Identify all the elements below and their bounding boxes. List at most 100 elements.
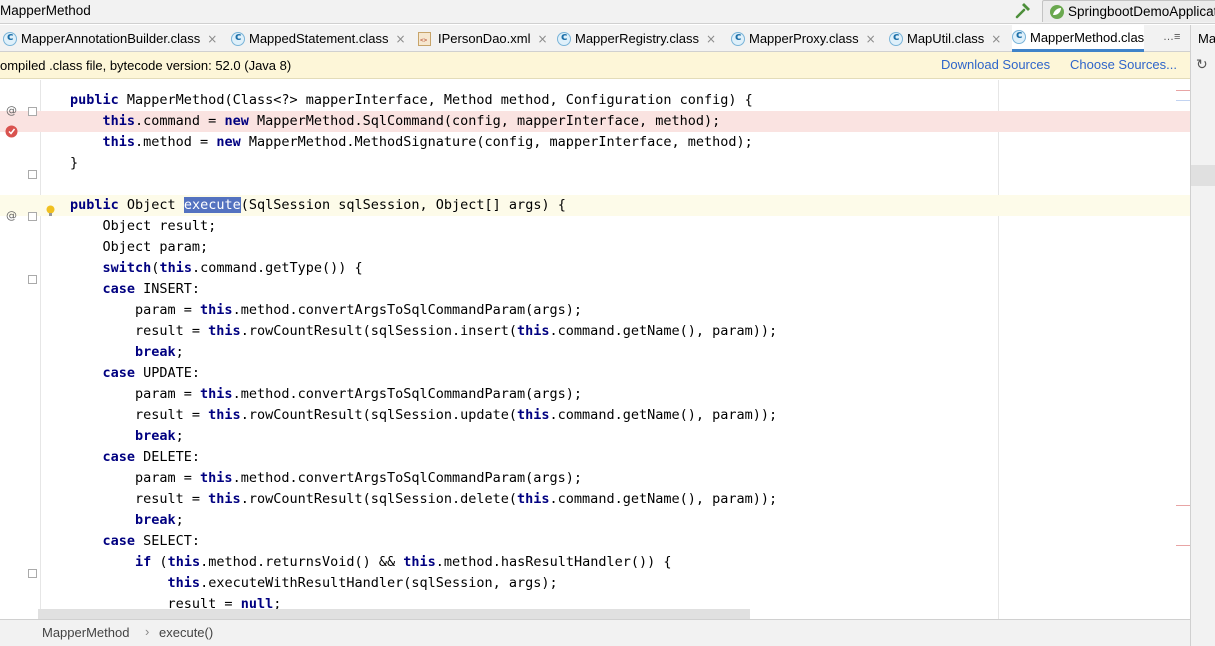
close-tab-icon[interactable]: × <box>395 32 405 46</box>
tool-strip-selection <box>1191 165 1215 186</box>
code-text: if (this.method.returnsVoid() && this.me… <box>135 554 672 570</box>
code-text: break; <box>135 428 184 444</box>
choose-sources-link[interactable]: Choose Sources... <box>1070 57 1177 72</box>
tab-mappedstatement-class[interactable]: MappedStatement.class × <box>231 25 406 52</box>
error-stripe-mark[interactable] <box>1176 100 1190 101</box>
tab-label: MapperMethod.clas <box>1030 29 1145 45</box>
code-line[interactable]: case SELECT: <box>0 531 1190 552</box>
close-tab-icon[interactable]: × <box>537 32 547 46</box>
tab-ipersondao-xml[interactable]: IPersonDao.xml × <box>418 25 548 52</box>
tab-mapperannotationbuilder-class[interactable]: MapperAnnotationBuilder.class × <box>3 25 217 52</box>
fold-marker[interactable] <box>28 569 37 578</box>
override-at-icon[interactable]: @ <box>6 104 17 117</box>
run-configuration-selector[interactable]: SpringbootDemoApplicat <box>1042 0 1215 22</box>
class-icon <box>889 30 903 46</box>
close-tab-icon[interactable]: × <box>991 32 1001 46</box>
code-text: public Object execute(SqlSession sqlSess… <box>70 197 566 213</box>
tab-mapperregistry-class[interactable]: MapperRegistry.class × <box>557 25 716 52</box>
tab-mappermethod-clas[interactable]: MapperMethod.clas <box>1012 25 1145 52</box>
code-text: public MapperMethod(Class<?> mapperInter… <box>70 92 753 108</box>
code-line[interactable]: this.command = new MapperMethod.SqlComma… <box>0 111 1190 132</box>
code-line[interactable]: break; <box>0 510 1190 531</box>
code-text: param = this.method.convertArgsToSqlComm… <box>70 386 583 402</box>
error-stripe-mark[interactable] <box>1176 545 1190 546</box>
banner-message: ompiled .class file, bytecode version: 5… <box>0 58 292 73</box>
editor-tab-bar: MapperAnnotationBuilder.class×MappedStat… <box>0 25 1190 52</box>
code-line[interactable]: public Object execute(SqlSession sqlSess… <box>0 195 1190 216</box>
code-text: param = this.method.convertArgsToSqlComm… <box>70 302 583 318</box>
lightbulb-icon[interactable] <box>46 205 55 217</box>
code-text: case INSERT: <box>102 281 201 297</box>
decompiled-file-banner: ompiled .class file, bytecode version: 5… <box>0 52 1190 79</box>
code-line[interactable]: break; <box>0 342 1190 363</box>
class-icon <box>231 30 245 46</box>
tab-mapperproxy-class[interactable]: MapperProxy.class × <box>731 25 876 52</box>
code-text: this.command = new MapperMethod.SqlComma… <box>102 113 721 129</box>
code-text: result = this.rowCountResult(sqlSession.… <box>70 491 778 507</box>
close-tab-icon[interactable]: × <box>706 32 716 46</box>
tab-overflow-menu-icon[interactable]: …≡ <box>1163 31 1180 43</box>
code-line[interactable]: break; <box>0 426 1190 447</box>
breadcrumb-separator-icon: › <box>145 624 150 639</box>
code-editor[interactable]: public MapperMethod(Class<?> mapperInter… <box>0 80 1190 619</box>
horizontal-scrollbar[interactable] <box>38 609 750 619</box>
code-text: Object param; <box>70 239 209 255</box>
error-stripe-mark[interactable] <box>1176 90 1190 91</box>
tab-label: MapUtil.class <box>907 31 985 46</box>
code-line[interactable]: case INSERT: <box>0 279 1190 300</box>
download-sources-link[interactable]: Download Sources <box>941 57 1050 72</box>
code-line[interactable]: result = this.rowCountResult(sqlSession.… <box>0 405 1190 426</box>
error-stripe-mark[interactable] <box>1176 505 1190 506</box>
tab-label: MappedStatement.class <box>249 31 389 46</box>
close-tab-icon[interactable]: × <box>207 32 217 46</box>
breakpoint-icon[interactable] <box>5 125 18 138</box>
code-line[interactable]: param = this.method.convertArgsToSqlComm… <box>0 468 1190 489</box>
code-text: this.executeWithResultHandler(sqlSession… <box>167 575 558 591</box>
code-line[interactable]: param = this.method.convertArgsToSqlComm… <box>0 300 1190 321</box>
class-icon <box>1012 28 1026 44</box>
class-icon <box>557 30 571 46</box>
window-title: MapperMethod <box>0 3 91 18</box>
maven-panel-label[interactable]: Ma <box>1198 31 1215 46</box>
code-line[interactable]: switch(this.command.getType()) { <box>0 258 1190 279</box>
code-line[interactable]: case DELETE: <box>0 447 1190 468</box>
code-text: this.method = new MapperMethod.MethodSig… <box>102 134 753 150</box>
code-line[interactable]: result = this.rowCountResult(sqlSession.… <box>0 321 1190 342</box>
code-text: Object result; <box>70 218 217 234</box>
fold-marker[interactable] <box>28 275 37 284</box>
code-line[interactable]: public MapperMethod(Class<?> mapperInter… <box>0 90 1190 111</box>
code-text: result = this.rowCountResult(sqlSession.… <box>70 323 778 339</box>
code-text: } <box>70 155 79 171</box>
code-text: case DELETE: <box>102 449 201 465</box>
xml-file-icon <box>418 31 431 46</box>
navigation-breadcrumbs: MapperMethod › execute() <box>0 619 1190 646</box>
run-configuration-label: SpringbootDemoApplicat <box>1068 4 1215 19</box>
fold-marker[interactable] <box>28 170 37 179</box>
code-line[interactable]: param = this.method.convertArgsToSqlComm… <box>0 384 1190 405</box>
fold-marker[interactable] <box>28 107 37 116</box>
code-text: param = this.method.convertArgsToSqlComm… <box>70 470 583 486</box>
tab-maputil-class[interactable]: MapUtil.class × <box>889 25 1001 52</box>
breadcrumb-method[interactable]: execute() <box>159 625 213 640</box>
code-line[interactable] <box>0 174 1190 195</box>
code-line[interactable]: this.method = new MapperMethod.MethodSig… <box>0 132 1190 153</box>
refresh-icon[interactable]: ↻ <box>1196 57 1208 73</box>
fold-marker[interactable] <box>28 212 37 221</box>
breadcrumb-class[interactable]: MapperMethod <box>42 625 129 640</box>
class-icon <box>731 30 745 46</box>
override-at-icon[interactable]: @ <box>6 209 17 222</box>
spring-leaf-icon <box>1050 5 1064 19</box>
code-line[interactable]: } <box>0 153 1190 174</box>
tab-label: IPersonDao.xml <box>438 31 531 46</box>
code-line[interactable]: Object param; <box>0 237 1190 258</box>
code-line[interactable]: if (this.method.returnsVoid() && this.me… <box>0 552 1190 573</box>
code-text: break; <box>135 344 184 360</box>
code-line[interactable]: result = this.rowCountResult(sqlSession.… <box>0 489 1190 510</box>
tab-label: MapperAnnotationBuilder.class <box>21 31 201 46</box>
code-line[interactable]: case UPDATE: <box>0 363 1190 384</box>
code-line[interactable]: this.executeWithResultHandler(sqlSession… <box>0 573 1190 594</box>
code-line[interactable]: Object result; <box>0 216 1190 237</box>
close-tab-icon[interactable]: × <box>866 32 876 46</box>
build-hammer-icon[interactable] <box>1013 1 1033 21</box>
code-text: case UPDATE: <box>102 365 201 381</box>
